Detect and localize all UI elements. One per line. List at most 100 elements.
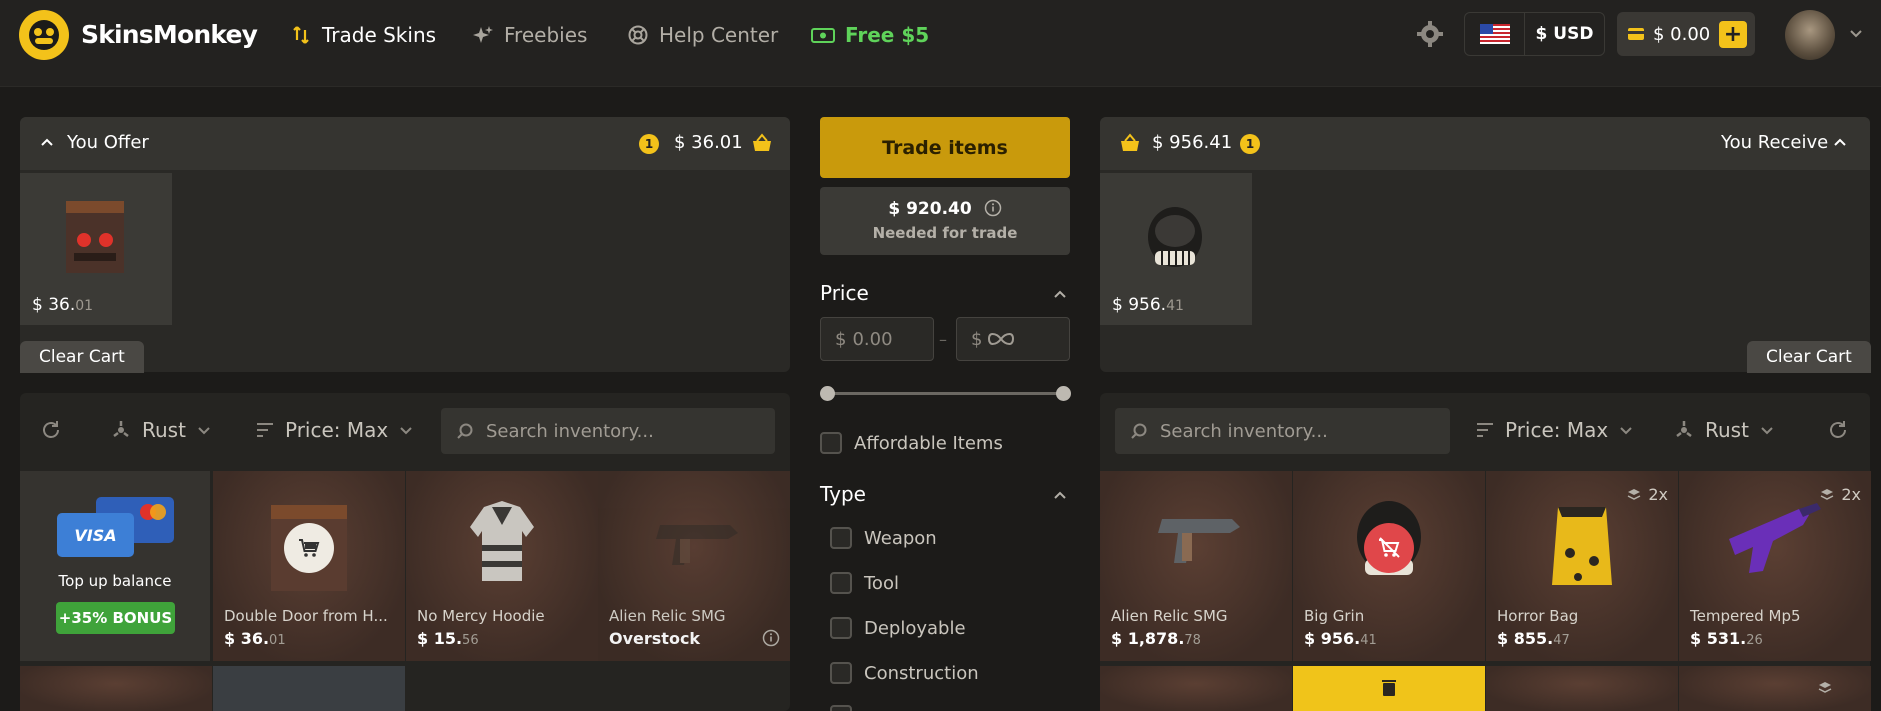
chevron-down-icon[interactable] xyxy=(1848,25,1864,45)
nav-trade-skins[interactable]: Trade Skins xyxy=(290,20,436,50)
sort-icon xyxy=(257,423,273,437)
avatar[interactable] xyxy=(1785,10,1835,60)
nav-free-five[interactable]: Free $5 xyxy=(811,20,929,50)
type-construction-checkbox[interactable]: Construction xyxy=(830,662,979,684)
big-grin-mask-image xyxy=(1148,207,1202,267)
sort-selector[interactable]: Price: Max xyxy=(1475,393,1634,467)
currency-label: $ USD xyxy=(1535,24,1594,44)
item-price: $ 531.26 xyxy=(1690,629,1763,648)
inventory-item[interactable]: 2x Tempered Mp5 $ 531.26 xyxy=(1679,471,1871,661)
price-slider-max-handle[interactable] xyxy=(1056,386,1071,401)
chevron-up-icon[interactable] xyxy=(40,135,54,154)
refresh-icon[interactable] xyxy=(1827,393,1849,467)
bonus-badge[interactable]: +35% BONUS xyxy=(56,602,175,634)
inventory-item[interactable] xyxy=(213,666,405,711)
price-slider-min-handle[interactable] xyxy=(820,386,835,401)
inventory-item[interactable]: No Mercy Hoodie $ 15.56 xyxy=(406,471,598,661)
game-selector[interactable]: Rust xyxy=(1673,393,1775,467)
remove-from-cart-button[interactable] xyxy=(1364,523,1414,573)
item-price: $ 1,878.78 xyxy=(1111,629,1201,648)
inventory-item[interactable] xyxy=(1100,666,1292,711)
receive-clear-cart-button[interactable]: Clear Cart xyxy=(1747,341,1871,373)
sparkles-icon xyxy=(472,24,494,46)
inventory-item[interactable]: Alien Relic SMG $ 1,878.78 xyxy=(1100,471,1292,661)
game-label: Rust xyxy=(1705,418,1749,442)
item-price: $ 855.47 xyxy=(1497,629,1570,648)
settings-gear-icon[interactable] xyxy=(1416,20,1444,52)
info-icon[interactable] xyxy=(762,629,780,647)
inventory-item[interactable]: Big Grin $ 956.41 xyxy=(1293,471,1485,661)
game-icon xyxy=(1676,421,1692,437)
stack-count: 2x xyxy=(1626,485,1668,504)
offer-total: $ 36.01 xyxy=(674,132,743,153)
item-price: $ 15.56 xyxy=(417,629,479,648)
nav-freebies[interactable]: Freebies xyxy=(472,20,587,50)
balance-value: $ 0.00 xyxy=(1653,23,1711,45)
balance-box[interactable]: $ 0.00 + xyxy=(1617,12,1755,56)
inventory-item[interactable] xyxy=(1486,666,1678,711)
inventory-item[interactable] xyxy=(20,666,212,711)
cart-icon xyxy=(299,539,320,557)
inventory-item[interactable]: 2x Horror Bag $ 855.47 xyxy=(1486,471,1678,661)
checkbox[interactable] xyxy=(830,572,852,594)
add-to-cart-button[interactable] xyxy=(284,523,334,573)
nav-label: Freebies xyxy=(504,23,588,47)
checkbox[interactable] xyxy=(830,617,852,639)
brand-name[interactable]: SkinsMonkey xyxy=(81,20,258,49)
nav-help-center[interactable]: Help Center xyxy=(627,20,778,50)
currency-symbol: $ xyxy=(971,328,983,350)
type-weapon-checkbox[interactable]: Weapon xyxy=(830,527,937,549)
checkbox-label: Affordable Items xyxy=(854,432,1003,454)
search-icon xyxy=(457,423,473,439)
game-selector[interactable]: Rust xyxy=(110,393,212,467)
sort-selector[interactable]: Price: Max xyxy=(255,393,414,467)
info-icon[interactable] xyxy=(984,199,1002,217)
type-deployable-checkbox[interactable]: Deployable xyxy=(830,617,966,639)
type-tool-checkbox[interactable]: Tool xyxy=(830,572,899,594)
type-filter-title[interactable]: Type xyxy=(820,482,866,506)
price-max-input[interactable]: $ xyxy=(956,317,1070,361)
add-balance-button[interactable]: + xyxy=(1719,21,1747,48)
needed-value: $ 920.40 xyxy=(820,199,1070,219)
inventory-item[interactable]: Double Door from H... $ 36.01 xyxy=(213,471,405,661)
top-up-balance-card[interactable]: VISA Top up balance +35% BONUS xyxy=(20,471,210,661)
price-separator: – xyxy=(939,330,947,349)
checkbox[interactable] xyxy=(830,662,852,684)
receive-cart-item[interactable]: $ 956.41 xyxy=(1100,173,1252,325)
chevron-up-icon[interactable] xyxy=(1052,487,1068,507)
item-price: $ 956.41 xyxy=(1304,629,1377,648)
chevron-up-icon[interactable] xyxy=(1052,286,1068,306)
search-placeholder: Search inventory... xyxy=(486,420,654,442)
price-filter-title[interactable]: Price xyxy=(820,281,869,305)
offer-cart-item[interactable]: $ 36.01 xyxy=(20,173,172,325)
left-search-input[interactable]: Search inventory... xyxy=(441,408,775,454)
price-slider-track[interactable] xyxy=(828,392,1064,395)
inventory-item[interactable] xyxy=(1679,666,1871,711)
inventory-item[interactable] xyxy=(1293,666,1485,711)
offer-clear-cart-button[interactable]: Clear Cart xyxy=(20,341,144,373)
mastercard-icon xyxy=(140,504,166,520)
infinity-icon xyxy=(988,332,1015,346)
checkbox[interactable] xyxy=(830,527,852,549)
nav-label: Trade Skins xyxy=(322,23,437,47)
affordable-items-checkbox[interactable]: Affordable Items xyxy=(820,432,1003,454)
monkey-logo-icon[interactable] xyxy=(19,10,69,60)
receive-total: $ 956.41 xyxy=(1152,132,1233,153)
currency-selector[interactable]: $ USD xyxy=(1464,12,1605,56)
you-offer-header: You Offer 1 $ 36.01 xyxy=(20,117,790,170)
cart-item-price: $ 956.41 xyxy=(1112,295,1184,315)
trash-icon[interactable] xyxy=(1381,679,1397,697)
checkbox[interactable] xyxy=(820,432,842,454)
layers-icon xyxy=(1628,488,1641,500)
chevron-up-icon[interactable] xyxy=(1833,135,1847,154)
checkbox[interactable] xyxy=(830,705,852,711)
inventory-item[interactable]: Alien Relic SMG Overstock xyxy=(598,471,790,661)
trade-items-button[interactable]: Trade items xyxy=(820,117,1070,178)
chevron-down-icon xyxy=(1761,427,1773,435)
refresh-icon[interactable] xyxy=(40,393,62,467)
nav-label: Help Center xyxy=(659,23,779,47)
price-min-input[interactable]: $ 0.00 xyxy=(820,317,934,361)
trade-arrows-icon xyxy=(290,24,312,46)
item-status: Overstock xyxy=(609,629,701,648)
receive-count-badge: 1 xyxy=(1240,134,1260,154)
